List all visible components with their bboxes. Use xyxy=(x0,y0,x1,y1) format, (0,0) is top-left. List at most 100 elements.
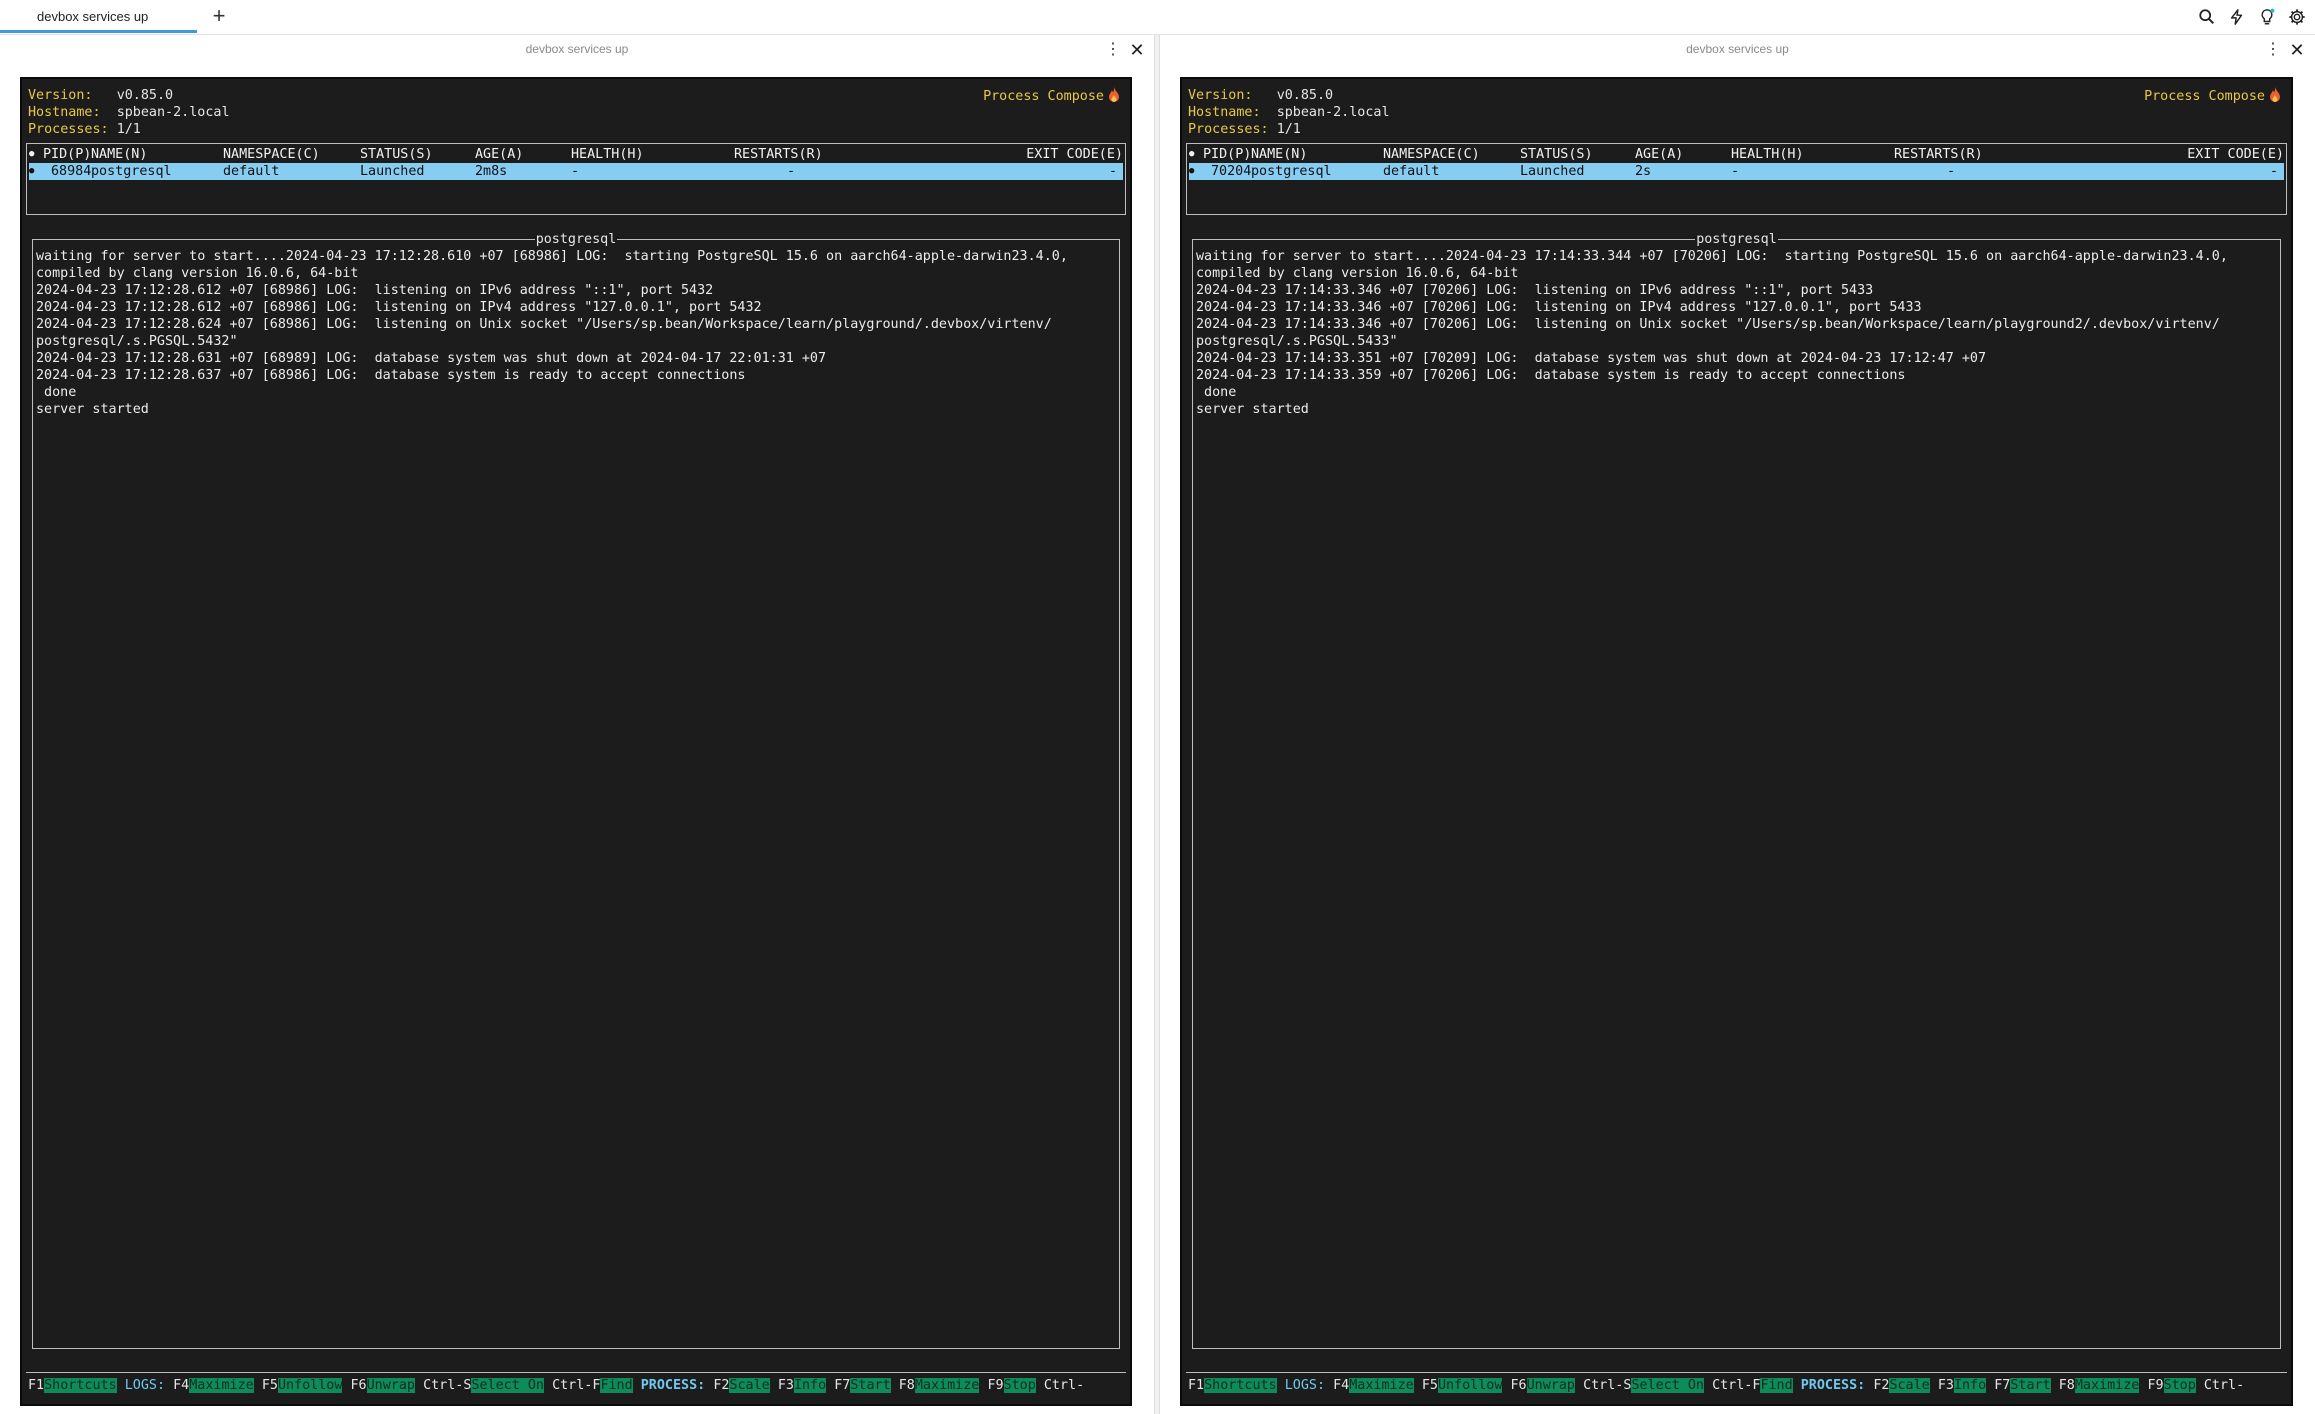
column-header[interactable]: NAME(N) xyxy=(91,146,147,163)
column-header[interactable]: HEALTH(H) xyxy=(1731,146,1804,163)
shortcut-key[interactable]: Ctrl-S xyxy=(423,1378,471,1393)
version-label: Version: xyxy=(1188,88,1253,103)
shortcut-key[interactable]: F8 xyxy=(899,1378,915,1393)
gear-icon[interactable] xyxy=(2287,7,2307,27)
table-row[interactable]: ● 68984 postgresql default Launched 2m8s - - - xyxy=(29,163,1123,180)
shortcut-action[interactable]: Unwrap xyxy=(366,1378,415,1393)
shortcut-action[interactable]: Stop xyxy=(1003,1378,1036,1393)
shortcut-action[interactable]: Maximize xyxy=(189,1378,254,1393)
shortcut-action[interactable]: Stop xyxy=(2163,1378,2196,1393)
shortcut-key[interactable]: F4 xyxy=(173,1378,189,1393)
column-header[interactable]: RESTARTS(R) xyxy=(734,146,823,163)
shortcut-action[interactable]: Unfollow xyxy=(1437,1378,1503,1393)
column-header[interactable]: PID(P) xyxy=(1203,146,1251,163)
shortcut-action[interactable]: Find xyxy=(1760,1378,1793,1393)
tab-devbox-services-up[interactable]: devbox services up xyxy=(0,0,197,33)
column-header[interactable]: NAMESPACE(C) xyxy=(223,146,320,163)
shortcut-action[interactable]: Shortcuts xyxy=(1204,1378,1277,1393)
shortcut-gap xyxy=(415,1378,423,1393)
pane-menu-icon[interactable]: ⋮ xyxy=(1104,41,1122,59)
shortcut-key[interactable]: F6 xyxy=(1511,1378,1527,1393)
bolt-icon[interactable] xyxy=(2227,7,2247,27)
shortcut-key[interactable]: Ctrl-S xyxy=(1583,1378,1631,1393)
shortcut-action[interactable]: Unwrap xyxy=(1526,1378,1575,1393)
terminal[interactable]: Version: v0.85.0 Hostname: spbean-2.loca… xyxy=(20,77,1132,1406)
column-header[interactable]: STATUS(S) xyxy=(360,146,433,163)
shortcut-key[interactable]: F1 xyxy=(1188,1378,1204,1393)
log-line: 2024-04-23 17:14:33.346 +07 [70206] LOG:… xyxy=(1196,300,1922,315)
shortcut-key[interactable]: Ctrl-F xyxy=(552,1378,600,1393)
shortcut-action[interactable]: Maximize xyxy=(2074,1378,2140,1393)
shortcut-action[interactable]: Info xyxy=(1953,1378,1987,1393)
shortcut-key[interactable]: F4 xyxy=(1333,1378,1349,1393)
table-header: ● PID(P) NAME(N) NAMESPACE(C) STATUS(S) AGE(A… xyxy=(29,146,1123,163)
shortcut-action[interactable]: Shortcuts xyxy=(44,1378,117,1393)
shortcut-action[interactable]: Find xyxy=(600,1378,633,1393)
shortcut-key[interactable]: F5 xyxy=(1422,1378,1438,1393)
shortcut-bar: F1Shortcuts LOGS: F4Maximize F5Unfollow … xyxy=(1186,1372,2287,1400)
cell-pid: 70204 xyxy=(1211,164,1252,179)
column-header[interactable]: AGE(A) xyxy=(1635,146,1683,163)
shortcut-action[interactable]: Maximize xyxy=(914,1378,980,1393)
shortcut-key[interactable]: F5 xyxy=(262,1378,278,1393)
shortcut-section-label: PROCESS: xyxy=(640,1378,706,1393)
column-header[interactable]: NAMESPACE(C) xyxy=(1383,146,1480,163)
shortcut-action[interactable]: Unfollow xyxy=(277,1378,343,1393)
pane-right: devbox services up ⋮ ✕ Version: v0.85.0 … xyxy=(1160,35,2315,1414)
column-header[interactable]: AGE(A) xyxy=(475,146,523,163)
shortcut-gap xyxy=(1502,1378,1510,1393)
log-line: server started xyxy=(36,402,149,417)
column-header[interactable]: STATUS(S) xyxy=(1520,146,1593,163)
terminal[interactable]: Version: v0.85.0 Hostname: spbean-2.loca… xyxy=(1180,77,2293,1406)
shortcut-action[interactable]: Start xyxy=(2010,1378,2051,1393)
shortcut-gap xyxy=(544,1378,552,1393)
shortcut-key[interactable]: F6 xyxy=(351,1378,367,1393)
pane-close-icon[interactable]: ✕ xyxy=(2288,41,2306,59)
tab-bar: devbox services up + xyxy=(0,0,2315,35)
processes-value: 1/1 xyxy=(116,122,141,137)
shortcut-key[interactable]: F1 xyxy=(28,1378,44,1393)
column-header[interactable]: RESTARTS(R) xyxy=(1894,146,1983,163)
shortcut-key[interactable]: Ctrl-F xyxy=(1712,1378,1760,1393)
log-panel[interactable]: postgresql waiting for server to start..… xyxy=(32,232,1120,1349)
shortcut-gap xyxy=(1930,1378,1938,1393)
shortcut-action[interactable]: Scale xyxy=(1889,1378,1930,1393)
pane-menu-icon[interactable]: ⋮ xyxy=(2264,41,2282,59)
pane-left: devbox services up ⋮ ✕ Version: v0.85.0 … xyxy=(0,35,1154,1414)
column-header[interactable]: EXIT CODE(E) xyxy=(1026,146,1123,163)
flame-icon xyxy=(1109,87,1119,102)
shortcut-action[interactable]: Maximize xyxy=(1349,1378,1414,1393)
new-tab-button[interactable]: + xyxy=(206,4,232,30)
shortcut-key[interactable]: F2 xyxy=(1873,1378,1889,1393)
column-header[interactable]: PID(P) xyxy=(43,146,91,163)
shortcut-key[interactable]: F3 xyxy=(1938,1378,1954,1393)
table-row[interactable]: ● 70204 postgresql default Launched 2s - - - xyxy=(1189,163,2284,180)
version-value: v0.85.0 xyxy=(1276,88,1334,103)
column-header[interactable]: EXIT CODE(E) xyxy=(2187,146,2284,163)
shortcut-key[interactable]: F2 xyxy=(713,1378,729,1393)
shortcut-action[interactable]: Info xyxy=(793,1378,827,1393)
shortcut-action[interactable]: Start xyxy=(850,1378,891,1393)
pane-close-icon[interactable]: ✕ xyxy=(1128,41,1146,59)
shortcut-key[interactable]: F8 xyxy=(2059,1378,2075,1393)
shortcut-key[interactable]: Ctrl- xyxy=(2204,1378,2244,1393)
shortcut-key[interactable]: F9 xyxy=(987,1378,1003,1393)
log-title-label: postgresql xyxy=(1695,232,1778,247)
hostname-label: Hostname: xyxy=(1188,105,1261,120)
shortcut-action[interactable]: Select On xyxy=(471,1378,544,1393)
shortcut-key[interactable]: F7 xyxy=(834,1378,850,1393)
search-icon[interactable] xyxy=(2197,7,2217,27)
pane-title: devbox services up xyxy=(1686,42,1789,56)
shortcut-key[interactable]: F7 xyxy=(1994,1378,2010,1393)
shortcut-key[interactable]: F9 xyxy=(2147,1378,2163,1393)
processes-label: Processes: xyxy=(28,122,109,137)
column-header[interactable]: HEALTH(H) xyxy=(571,146,644,163)
log-panel[interactable]: postgresql waiting for server to start..… xyxy=(1192,232,2281,1349)
shortcut-gap xyxy=(1575,1378,1583,1393)
shortcut-key[interactable]: F3 xyxy=(778,1378,794,1393)
shortcut-action[interactable]: Scale xyxy=(729,1378,770,1393)
shortcut-action[interactable]: Select On xyxy=(1631,1378,1704,1393)
shortcut-key[interactable]: Ctrl- xyxy=(1044,1378,1084,1393)
column-header[interactable]: NAME(N) xyxy=(1251,146,1307,163)
lightbulb-icon[interactable] xyxy=(2257,7,2277,27)
